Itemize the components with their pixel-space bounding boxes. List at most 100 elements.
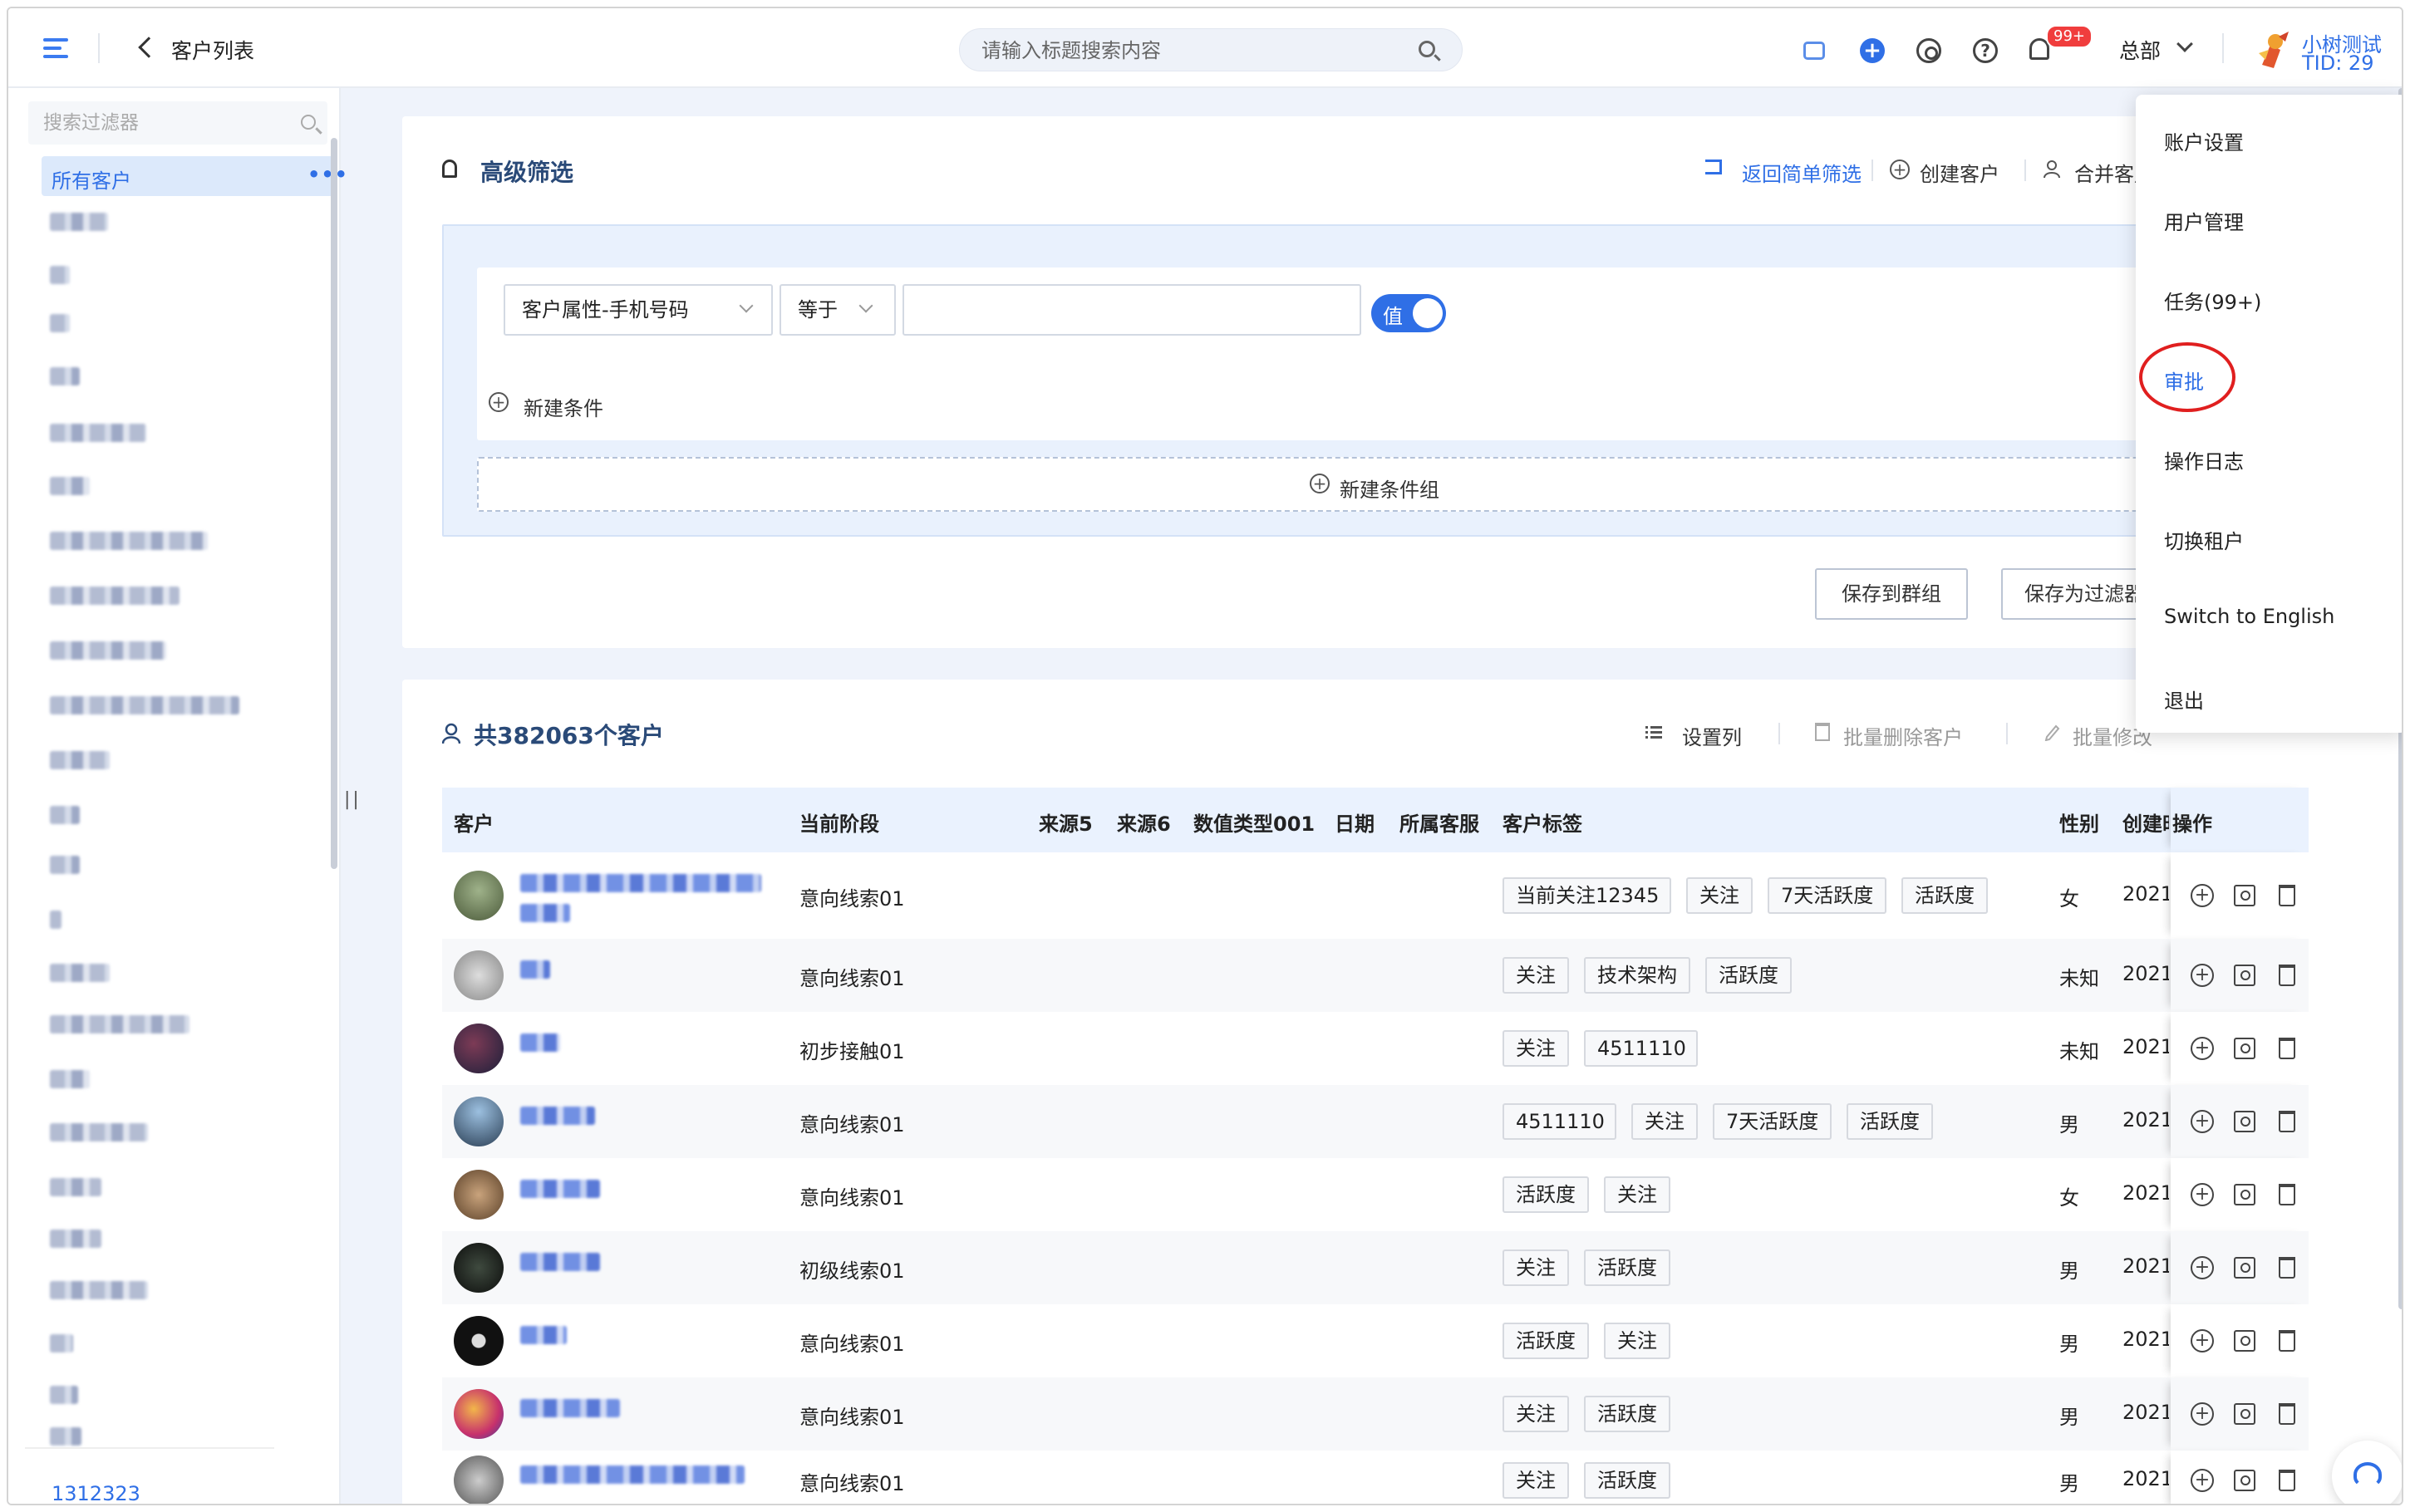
column-header[interactable]: 创建时 (2122, 808, 2169, 837)
back-arrow-icon[interactable] (138, 37, 160, 58)
column-header[interactable]: 数值类型001 (1193, 808, 1315, 837)
sidebar-item[interactable] (50, 911, 61, 929)
menu-item-account-settings[interactable]: 账户设置 (2164, 126, 2244, 155)
column-header[interactable]: 日期 (1335, 808, 1375, 837)
customer-avatar[interactable] (454, 1316, 504, 1366)
sidebar-item[interactable] (50, 1230, 101, 1248)
trash-icon[interactable] (2279, 1184, 2295, 1205)
filter-search[interactable] (28, 101, 327, 145)
customer-avatar[interactable] (454, 1024, 504, 1073)
add-circle-icon[interactable]: + (2191, 1256, 2214, 1279)
customer-avatar[interactable] (454, 871, 504, 920)
avatar[interactable] (2255, 28, 2292, 70)
sidebar-item[interactable] (50, 1281, 148, 1299)
view-detail-icon[interactable] (2234, 1111, 2255, 1132)
value-toggle[interactable]: 值 (1371, 294, 1446, 332)
trash-icon[interactable] (2279, 1330, 2295, 1352)
search-input[interactable] (981, 29, 1380, 72)
set-columns-button[interactable]: 设置列 (1682, 721, 1742, 750)
add-circle-icon[interactable]: + (2191, 884, 2214, 907)
column-header[interactable]: 当前阶段 (799, 808, 879, 837)
add-condition-button[interactable]: 新建条件 (524, 392, 603, 421)
sidebar-resize-handle[interactable]: | | (344, 789, 359, 810)
customer-name[interactable] (520, 874, 761, 892)
sidebar-item[interactable] (50, 367, 80, 385)
add-icon[interactable]: + (1860, 38, 1885, 63)
bulk-delete-button[interactable]: 批量删除客户 (1843, 721, 1963, 750)
add-circle-icon[interactable]: + (2191, 1110, 2214, 1133)
add-circle-icon[interactable]: + (2191, 1329, 2214, 1352)
search-icon[interactable] (301, 115, 316, 130)
list-icon[interactable] (1645, 726, 1662, 739)
create-customer-link[interactable]: 创建客户 (1920, 158, 1999, 187)
sidebar-item[interactable] (50, 806, 80, 824)
menu-item-tasks[interactable]: 任务(99+) (2164, 286, 2261, 315)
customer-name[interactable] (520, 1399, 620, 1417)
add-condition-group-button[interactable]: + 新建条件组 (477, 457, 2380, 512)
column-header[interactable]: 来源5 (1039, 808, 1093, 837)
sidebar-scrollbar[interactable] (331, 138, 337, 869)
trash-icon[interactable] (2279, 1038, 2295, 1059)
sidebar-item[interactable] (50, 1178, 101, 1196)
sidebar-item[interactable] (50, 587, 180, 605)
attribute-select[interactable]: 客户属性-手机号码 (504, 284, 773, 336)
trash-icon[interactable] (2279, 965, 2295, 986)
sidebar-item[interactable] (50, 266, 70, 284)
condition-value-input[interactable] (903, 284, 1361, 336)
menu-item-user-management[interactable]: 用户管理 (2164, 206, 2244, 235)
add-circle-icon[interactable]: + (2191, 964, 2214, 987)
merge-user-icon[interactable] (2043, 160, 2061, 179)
sidebar-item[interactable] (50, 477, 90, 495)
add-circle-icon[interactable]: + (2191, 1183, 2214, 1206)
inbox-icon[interactable] (1803, 42, 1825, 60)
add-circle-icon[interactable]: + (489, 392, 509, 412)
view-detail-icon[interactable] (2234, 1257, 2255, 1279)
table-row[interactable]: 初级线索01 关注活跃度 男 2021- + (442, 1231, 2309, 1304)
customer-name[interactable] (520, 1465, 745, 1484)
customer-name[interactable] (520, 960, 550, 979)
view-detail-icon[interactable] (2234, 965, 2255, 986)
sidebar-item[interactable] (50, 1334, 73, 1352)
view-detail-icon[interactable] (2234, 1403, 2255, 1425)
table-row[interactable]: 意向线索01 活跃度关注 男 2021- + (442, 1304, 2309, 1377)
trash-icon[interactable] (2279, 1257, 2295, 1279)
back-to-simple-filter-link[interactable]: 返回简单筛选 (1742, 158, 1862, 187)
tenant-selector[interactable]: 总部 (2119, 35, 2161, 65)
view-detail-icon[interactable] (2234, 1470, 2255, 1491)
sidebar-item[interactable] (50, 696, 239, 714)
column-header[interactable]: 来源6 (1117, 808, 1171, 837)
search-icon[interactable] (1419, 41, 1435, 57)
sidebar-item[interactable] (50, 1427, 81, 1446)
menu-item-operation-log[interactable]: 操作日志 (2164, 445, 2244, 474)
view-detail-icon[interactable] (2234, 1330, 2255, 1352)
global-search[interactable] (959, 28, 1463, 72)
table-row[interactable]: 意向线索01 4511110 关注 7天活跃度活跃度 男 2021- + (442, 1085, 2309, 1158)
add-circle-icon[interactable]: + (2191, 1402, 2214, 1426)
column-header[interactable]: 客户标签 (1503, 808, 1582, 837)
help-icon[interactable]: ? (1973, 38, 1998, 63)
sidebar-item[interactable] (50, 751, 110, 769)
add-circle-icon[interactable]: + (2191, 1037, 2214, 1060)
column-header[interactable]: 客户 (454, 808, 494, 837)
support-button[interactable] (2332, 1441, 2402, 1504)
view-detail-icon[interactable] (2234, 1038, 2255, 1059)
customer-name[interactable] (520, 1107, 595, 1125)
table-row[interactable]: 意向线索01 当前关注12345 关注 7天活跃度活跃度 女 2021- + (442, 852, 2309, 939)
filter-search-input[interactable] (43, 101, 293, 145)
trash-icon[interactable] (2279, 1470, 2295, 1491)
customer-name[interactable] (520, 1326, 567, 1344)
menu-item-switch-tenant[interactable]: 切换租户 (2164, 525, 2244, 554)
customer-name[interactable] (520, 1033, 560, 1052)
operator-select[interactable]: 等于 (780, 284, 896, 336)
column-header[interactable]: 性别 (2059, 808, 2099, 837)
customer-avatar[interactable] (454, 1097, 504, 1146)
customer-avatar[interactable] (454, 950, 504, 1000)
gear-icon[interactable] (1916, 38, 1941, 63)
menu-item-switch-language[interactable]: Switch to English (2164, 605, 2334, 628)
sidebar-item[interactable] (50, 641, 166, 660)
sidebar-item[interactable] (50, 213, 108, 231)
menu-toggle-icon[interactable] (43, 38, 68, 58)
view-detail-icon[interactable] (2234, 885, 2255, 906)
sidebar-item[interactable] (50, 1123, 148, 1141)
table-row[interactable]: 意向线索01 关注活跃度 男 2021- + (442, 1377, 2309, 1451)
